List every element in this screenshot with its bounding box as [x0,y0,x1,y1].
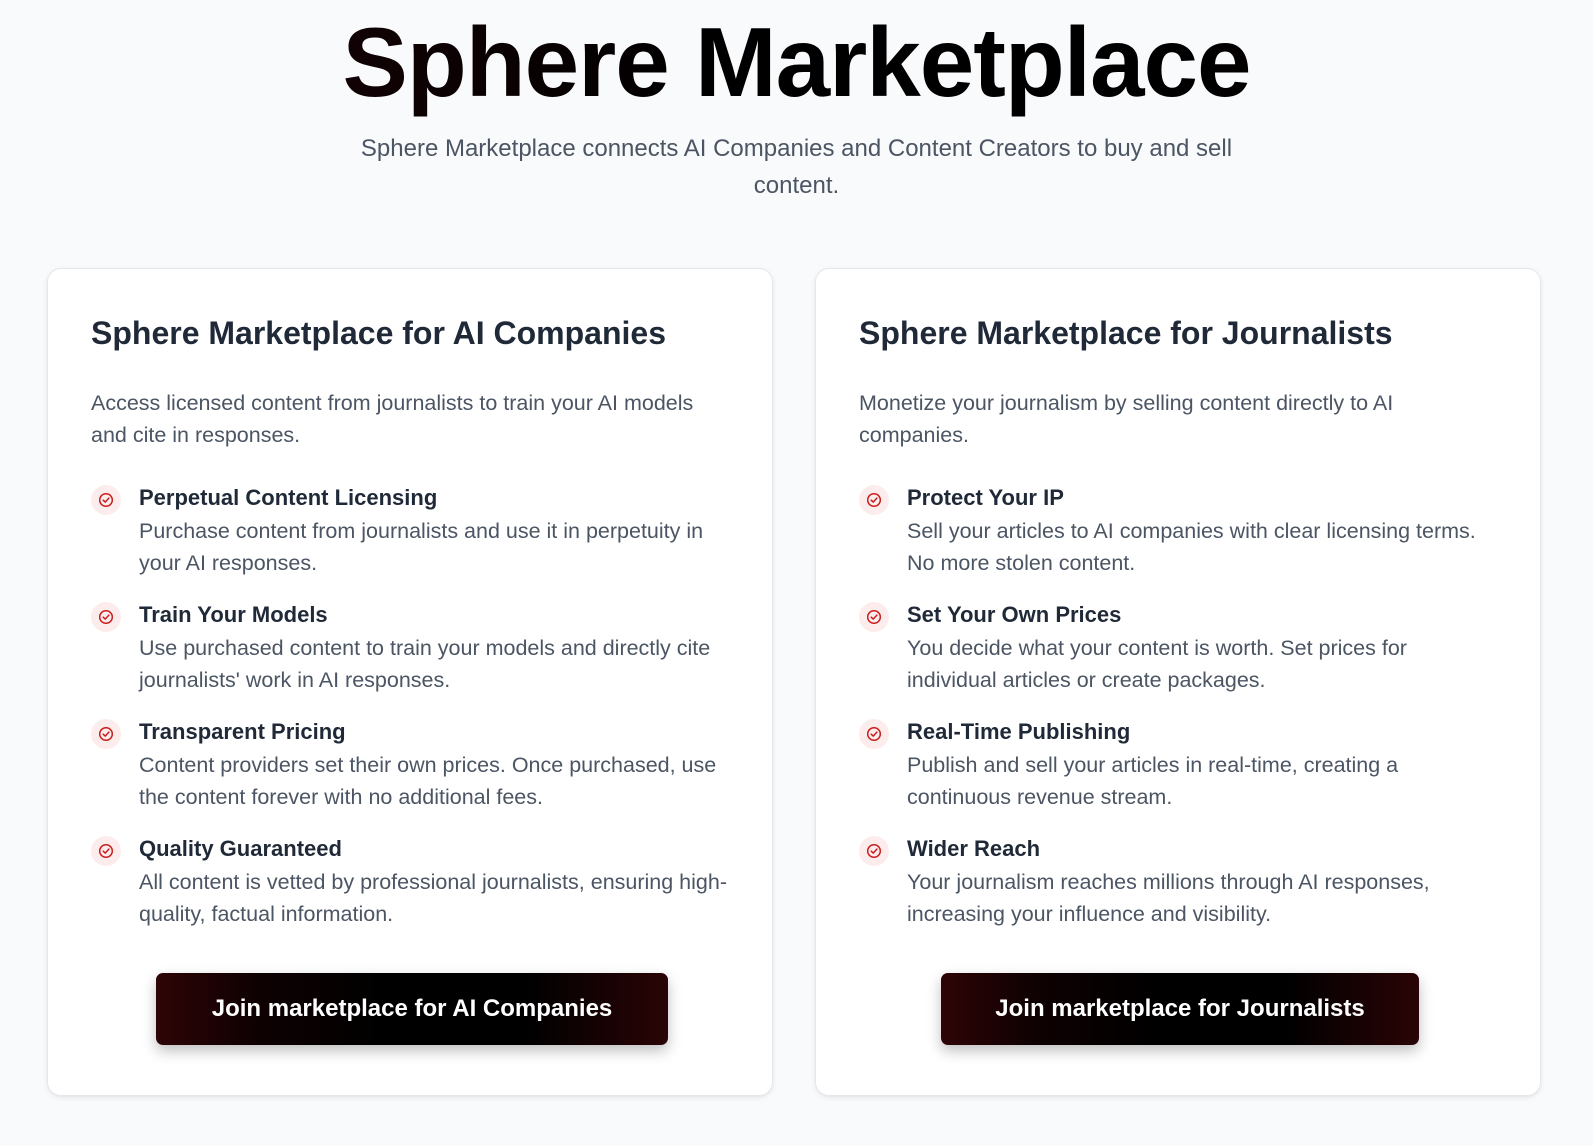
feature-title: Real-Time Publishing [907,719,1131,744]
page: Sphere Marketplace Sphere Marketplace co… [0,0,1593,1146]
feature-description: All content is vetted by professional jo… [139,870,727,926]
feature-description: Purchase content from journalists and us… [139,519,704,575]
feature-item: Transparent Pricing Content providers se… [91,717,731,834]
check-circle-icon [859,485,889,515]
feature-description: Publish and sell your articles in real-t… [907,753,1399,809]
feature-list: Perpetual Content Licensing Purchase con… [91,483,731,951]
feature-description: Content providers set their own prices. … [139,753,717,809]
feature-title: Wider Reach [907,836,1041,861]
feature-item: Real-Time Publishing Publish and sell yo… [859,717,1499,834]
check-circle-icon [859,719,889,749]
page-title: Sphere Marketplace [0,6,1593,118]
ai-companies-card: Sphere Marketplace for AI Companies Acce… [47,268,773,1096]
feature-item: Protect Your IP Sell your articles to AI… [859,483,1499,600]
card-title: Sphere Marketplace for AI Companies [91,315,666,351]
feature-item: Perpetual Content Licensing Purchase con… [91,483,731,600]
feature-item: Set Your Own Prices You decide what your… [859,600,1499,717]
feature-title: Perpetual Content Licensing [139,485,438,510]
check-circle-icon [91,836,121,866]
card-description: Monetize your journalism by selling cont… [859,391,1394,447]
join-ai-companies-button[interactable]: Join marketplace for AI Companies [156,973,668,1045]
feature-description: Use purchased content to train your mode… [139,636,711,692]
feature-description: Sell your articles to AI companies with … [907,519,1476,575]
check-circle-icon [859,836,889,866]
feature-title: Train Your Models [139,602,328,627]
join-journalists-button[interactable]: Join marketplace for Journalists [941,973,1419,1045]
feature-title: Protect Your IP [907,485,1064,510]
check-circle-icon [91,719,121,749]
feature-title: Set Your Own Prices [907,602,1122,627]
feature-description: Your journalism reaches millions through… [907,870,1430,926]
feature-list: Protect Your IP Sell your articles to AI… [859,483,1499,951]
feature-description: You decide what your content is worth. S… [907,636,1407,692]
feature-item: Wider Reach Your journalism reaches mill… [859,834,1499,951]
feature-item: Train Your Models Use purchased content … [91,600,731,717]
feature-title: Transparent Pricing [139,719,346,744]
check-circle-icon [91,485,121,515]
feature-item: Quality Guaranteed All content is vetted… [91,834,731,951]
card-description: Access licensed content from journalists… [91,391,694,447]
journalists-card: Sphere Marketplace for Journalists Monet… [815,268,1541,1096]
page-subtitle: Sphere Marketplace connects AI Companies… [360,135,1233,199]
check-circle-icon [91,602,121,632]
card-title: Sphere Marketplace for Journalists [859,315,1393,351]
check-circle-icon [859,602,889,632]
feature-title: Quality Guaranteed [139,836,342,861]
